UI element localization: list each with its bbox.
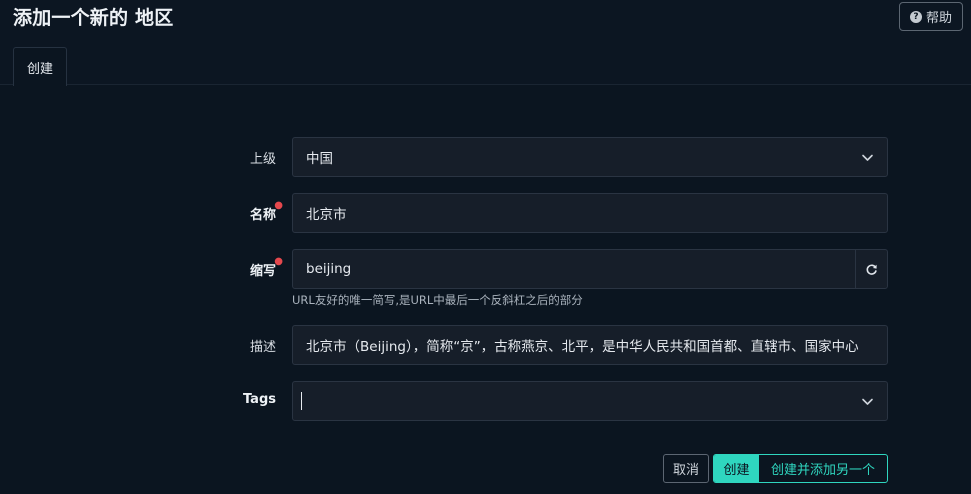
regenerate-slug-button[interactable] [855,250,887,288]
slug-help-text: URL友好的唯一简写,是URL中最后一个反斜杠之后的部分 [292,293,583,307]
chevron-down-icon [862,398,873,405]
page-header: 添加一个新的 地区 ? 帮助 创建 [0,0,971,86]
help-button-label: 帮助 [925,11,952,26]
text-cursor [301,392,302,410]
slug-label: 缩写 ● [249,256,283,279]
create-button-group: 创建 创建并添加另一个 [713,454,888,483]
tab-create[interactable]: 创建 [13,47,67,86]
name-input[interactable]: 北京市 [292,193,888,233]
create-and-add-another-button[interactable]: 创建并添加另一个 [759,455,887,482]
cancel-button[interactable]: 取消 [663,454,709,483]
tags-label: Tags [242,392,276,407]
tags-select[interactable] [292,381,888,421]
parent-select-value: 中国 [306,151,333,167]
slug-input[interactable]: beijing [292,249,888,289]
name-label-text: 名称 [249,208,276,223]
name-label: 名称 ● [249,200,283,223]
question-circle-icon: ? [909,10,922,23]
required-mark: ● [274,200,283,211]
name-input-value: 北京市 [306,207,347,223]
chevron-down-icon [862,154,873,161]
slug-input-value: beijing [306,261,352,277]
create-button[interactable]: 创建 [714,455,759,482]
parent-select[interactable]: 中国 [292,137,888,177]
refresh-icon [866,263,877,275]
help-button[interactable]: ? 帮助 [899,2,963,31]
description-label: 描述 [249,340,276,355]
required-mark: ● [274,256,283,267]
page-title: 添加一个新的 地区 [13,7,174,29]
description-input-value: 北京市（Beijing），简称“京”，古称燕京、北平，是中华人民共和国首都、直辖… [306,339,859,355]
slug-label-text: 缩写 [249,264,276,279]
description-input[interactable]: 北京市（Beijing），简称“京”，古称燕京、北平，是中华人民共和国首都、直辖… [292,325,888,365]
page: 添加一个新的 地区 ? 帮助 创建 上级 中国 名称 ● 北京市 缩写 ● be… [0,0,971,494]
parent-label: 上级 [249,152,276,167]
